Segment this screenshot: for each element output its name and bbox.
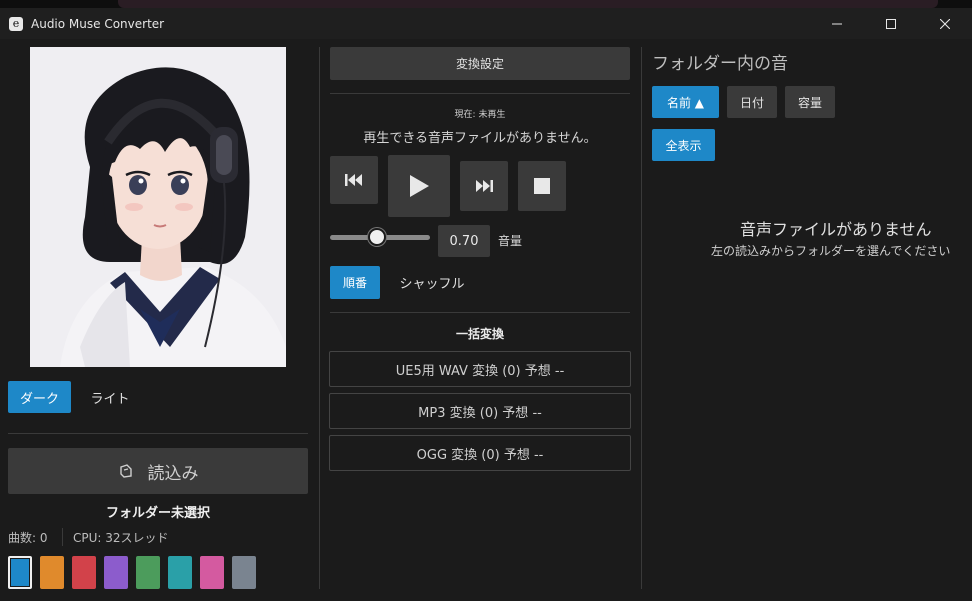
track-count: 曲数: 0 [8,531,48,545]
color-swatch[interactable] [72,556,96,589]
middle-divider-bottom [330,312,630,313]
app-icon: e [9,16,23,31]
color-swatch[interactable] [200,556,224,589]
close-icon [940,18,950,29]
status-separator [62,528,63,546]
cover-illustration [30,47,286,367]
window-title: Audio Muse Converter [31,16,165,31]
sort-date-button[interactable]: 日付 [727,86,777,118]
cpu-info: CPU: 32スレッド [73,531,169,545]
batch-title: 一括変換 [455,327,504,341]
theme-light-button[interactable]: ライト [75,381,145,413]
folder-icon [119,464,132,478]
next-icon [476,180,493,192]
outer-window-accent [118,0,938,8]
order-button[interactable]: 順番 [330,266,380,299]
stop-button[interactable] [518,161,566,211]
shuffle-button[interactable]: シャッフル [390,266,474,299]
maximize-button[interactable] [864,8,918,39]
title-bar: e Audio Muse Converter [0,8,972,39]
color-swatch[interactable] [136,556,160,589]
close-button[interactable] [918,8,972,39]
sort-name-button[interactable]: 名前 ▲ [652,86,719,118]
next-button[interactable] [460,161,508,211]
empty-title: 音声ファイルがありません [740,220,932,239]
color-swatch[interactable] [8,556,32,589]
no-files-message: 再生できる音声ファイルがありません。 [363,131,597,146]
middle-divider-top [330,93,630,94]
show-all-button[interactable]: 全表示 [652,129,715,161]
column-divider-left [319,47,320,589]
play-button[interactable] [388,155,450,217]
volume-slider-thumb[interactable] [368,228,386,246]
left-divider [8,433,308,434]
empty-hint: 左の読込みからフォルダーを選んでください [711,244,951,258]
convert-mp3-button[interactable]: MP3 変換 (0) 予想 -- [329,393,631,429]
color-swatch[interactable] [40,556,64,589]
previous-icon [345,174,362,186]
volume-label: 音量 [498,234,523,248]
load-button[interactable]: 読込み [8,448,308,494]
stop-icon [534,178,550,194]
play-icon [410,175,429,197]
convert-wav-button[interactable]: UE5用 WAV 変換 (0) 予想 -- [329,351,631,387]
column-divider-right [641,47,642,589]
theme-dark-button[interactable]: ダーク [8,381,71,413]
window-controls [810,8,972,39]
folder-status: フォルダー未選択 [105,506,210,521]
minimize-button[interactable] [810,8,864,39]
sort-size-button[interactable]: 容量 [785,86,835,118]
color-swatch[interactable] [104,556,128,589]
color-swatch[interactable] [232,556,256,589]
convert-ogg-button[interactable]: OGG 変換 (0) 予想 -- [329,435,631,471]
maximize-icon [886,18,896,29]
main-area: ダーク ライト 読込み フォルダー未選択 曲数: 0 CPU: 32スレッド 変… [0,39,972,601]
now-playing: 現在: 未再生 [454,110,506,120]
previous-button[interactable] [330,156,378,204]
volume-value[interactable]: 0.70 [438,225,490,257]
outer-window-strip [0,0,972,8]
load-button-label: 読込み [147,463,199,484]
color-swatch[interactable] [168,556,192,589]
settings-button[interactable]: 変換設定 [330,47,630,80]
minimize-icon [832,23,842,24]
folder-sounds-title: フォルダー内の音 [652,54,788,74]
cover-art [30,47,286,367]
